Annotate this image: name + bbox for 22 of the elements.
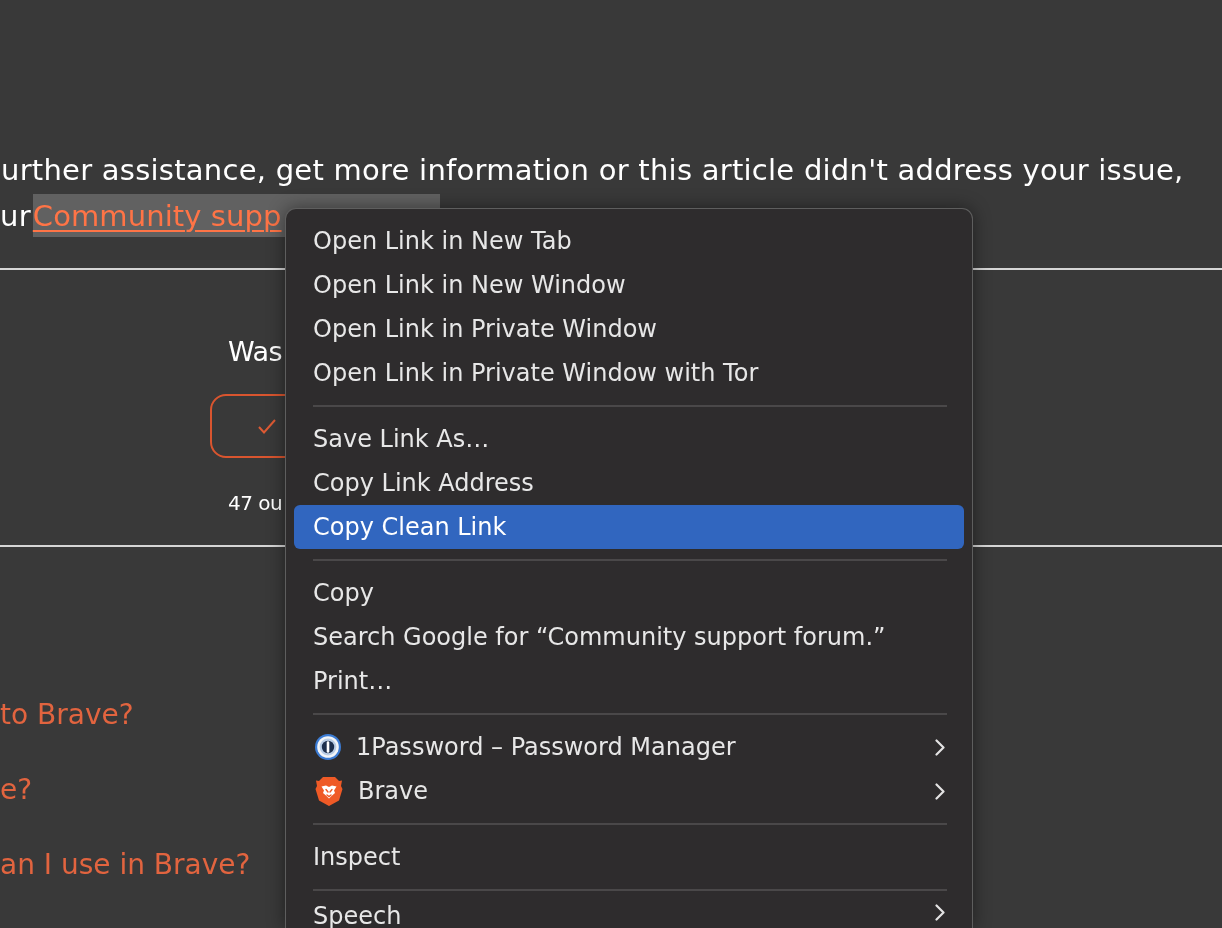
check-icon xyxy=(258,418,276,434)
paragraph-text: ur xyxy=(0,197,31,234)
chevron-right-icon xyxy=(935,738,945,756)
menu-item[interactable]: Inspect xyxy=(294,835,964,879)
menu-item[interactable]: 1Password – Password Manager xyxy=(294,725,964,769)
menu-item[interactable]: Open Link in New Window xyxy=(294,263,964,307)
lion-shield-icon xyxy=(315,776,343,806)
helpful-count-text: 47 ou xyxy=(228,490,283,517)
menu-item[interactable]: Copy Link Address xyxy=(294,461,964,505)
menu-item[interactable]: Search Google for “Community support forum.” xyxy=(294,615,964,659)
menu-item[interactable]: Open Link in Private Window xyxy=(294,307,964,351)
keyhole-icon xyxy=(315,734,341,760)
paragraph-text: urther assistance, get more information or this article didn't address your issue, xyxy=(1,152,1184,189)
feedback-question: Was xyxy=(228,335,283,369)
menu-item[interactable]: Copy xyxy=(294,571,964,615)
menu-item[interactable]: Brave xyxy=(294,769,964,813)
menu-item[interactable]: Print… xyxy=(294,659,964,703)
chevron-right-icon xyxy=(935,904,945,921)
menu-item[interactable]: Copy Clean Link xyxy=(294,505,964,549)
menu-item[interactable]: Open Link in Private Window with Tor xyxy=(294,351,964,395)
chevron-right-icon xyxy=(935,782,945,800)
menu-item[interactable]: Save Link As… xyxy=(294,417,964,461)
